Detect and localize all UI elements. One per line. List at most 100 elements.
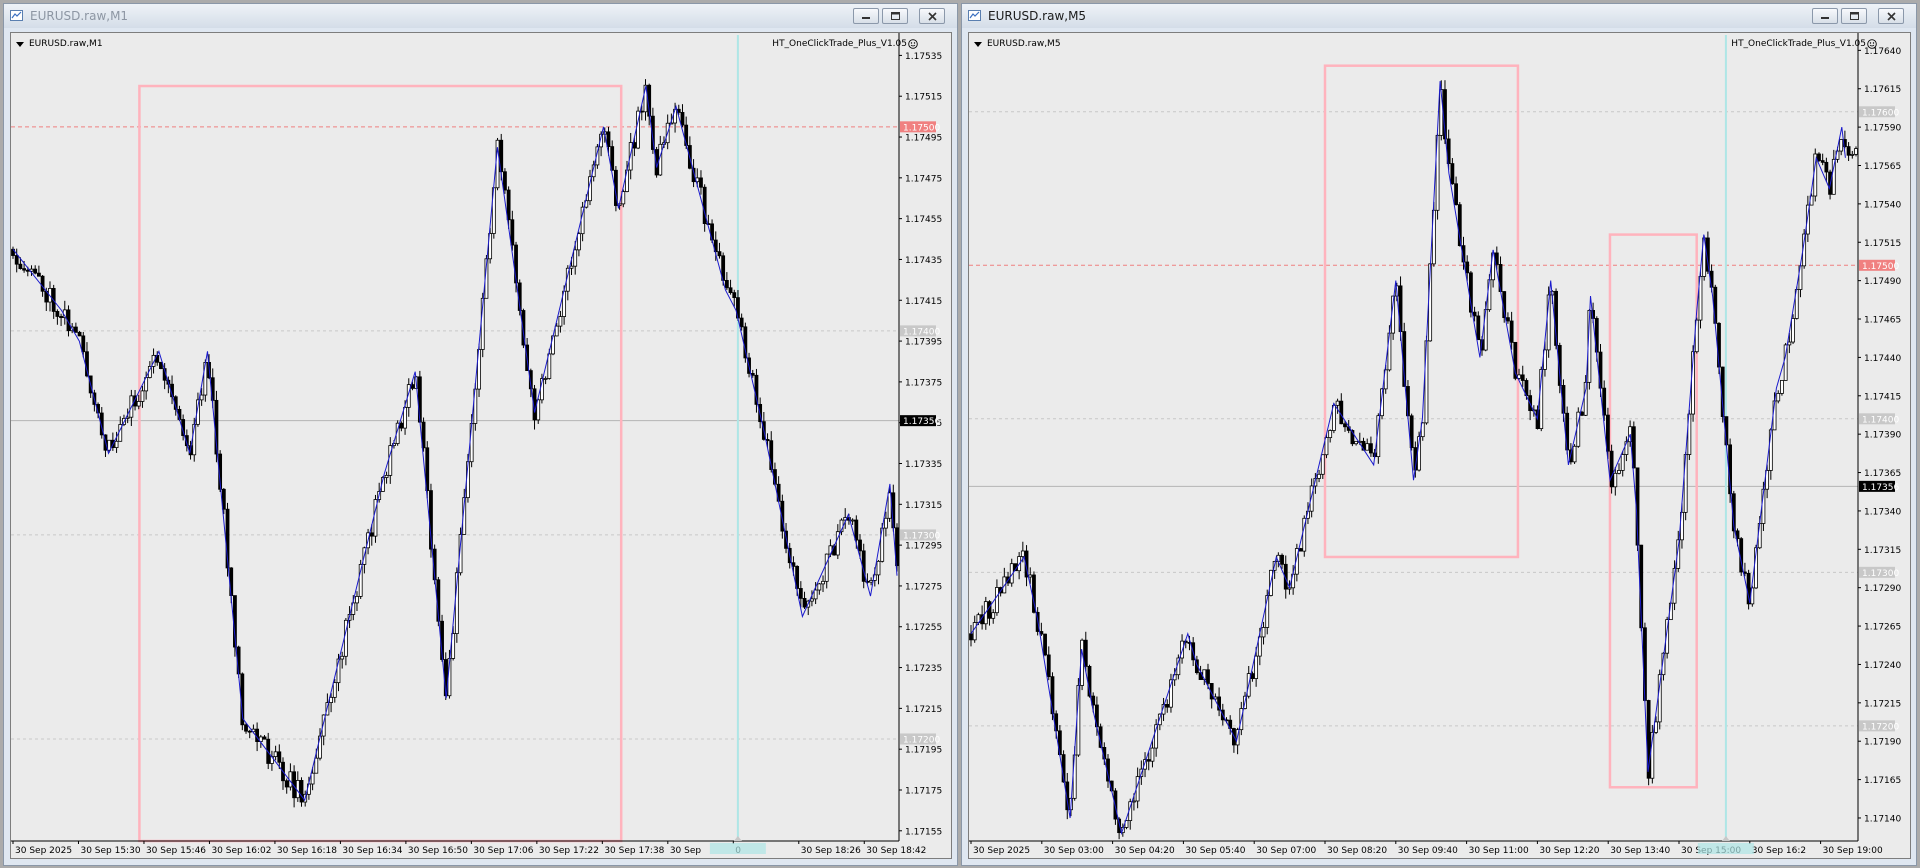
candle-body xyxy=(310,772,315,785)
price-tick-label: 1.17235 xyxy=(905,664,942,674)
close-button[interactable] xyxy=(1878,8,1904,24)
candle-body xyxy=(732,292,737,299)
candle-body xyxy=(765,438,770,442)
candle-body xyxy=(699,177,703,188)
minimize-button[interactable] xyxy=(1812,8,1838,24)
price-tick-label: 1.17415 xyxy=(1864,392,1901,402)
candle-body xyxy=(1298,548,1303,552)
candle-body xyxy=(1146,759,1151,762)
candle-body xyxy=(40,275,45,292)
time-tick-label: 30 Sep 15:46 xyxy=(146,846,206,856)
price-tick-label: 1.17475 xyxy=(905,174,942,184)
candle-body xyxy=(798,588,803,599)
minimize-button[interactable] xyxy=(853,8,879,24)
smiley-icon[interactable] xyxy=(908,39,918,49)
symbol-period-label: EURUSD.raw,M1 xyxy=(29,39,103,49)
candle-body xyxy=(728,287,733,294)
candle-body xyxy=(854,519,859,541)
price-tick-label: 1.17165 xyxy=(1864,776,1901,786)
candle-body xyxy=(1339,400,1344,425)
candle-body xyxy=(628,142,633,171)
candle-body xyxy=(724,280,729,289)
candle-body xyxy=(802,597,807,608)
chart-window-m5[interactable]: EURUSD.raw,M5 1.17640 1.17615 1.17590 1.175… xyxy=(961,3,1917,866)
candle-body xyxy=(717,251,722,257)
candle-body xyxy=(821,580,825,585)
time-tick-label: 30 Sep 08:20 xyxy=(1327,846,1387,856)
candle-body xyxy=(1465,261,1470,274)
time-tick-label: 30 Sep 16:18 xyxy=(277,846,337,856)
chart-window-m1[interactable]: EURUSD.raw,M1 1.17535 1.17515 1.17495 1.174… xyxy=(3,3,958,866)
current-price-label: 1.17356 xyxy=(903,417,940,427)
candle-body xyxy=(55,311,60,317)
candle-body xyxy=(750,373,755,376)
candle-body xyxy=(824,553,829,582)
window-title: EURUSD.raw,M1 xyxy=(30,9,129,23)
candle-body xyxy=(1261,627,1266,638)
maximize-button[interactable] xyxy=(882,8,908,24)
candle-body xyxy=(1824,161,1829,173)
price-chart[interactable]: 1.17640 1.17615 1.17590 1.17565 1.17540 1.175… xyxy=(968,32,1911,859)
time-tick-label: 30 Sep 04:20 xyxy=(1115,846,1175,856)
symbol-menu-icon[interactable] xyxy=(16,42,24,47)
current-price-label: 1.17356 xyxy=(1862,483,1899,493)
candle-body xyxy=(577,233,581,251)
price-tick-label: 1.17540 xyxy=(1864,200,1901,210)
price-chart[interactable]: 1.17535 1.17515 1.17495 1.17475 1.17455 1.174… xyxy=(10,32,952,859)
price-tick-label: 1.17535 xyxy=(905,52,942,62)
candle-body xyxy=(1020,550,1025,557)
title-bar[interactable]: EURUSD.raw,M1 xyxy=(4,4,957,28)
candle-body xyxy=(506,189,511,221)
time-tick-label: 30 Sep 09:40 xyxy=(1398,846,1458,856)
candle-body xyxy=(399,422,404,429)
candle-body xyxy=(1280,554,1284,565)
price-tick-label: 1.17375 xyxy=(905,378,942,388)
candle-body xyxy=(1369,443,1373,454)
candle-body xyxy=(1083,639,1088,667)
symbol-menu-icon[interactable] xyxy=(974,42,982,47)
candle-body xyxy=(1165,704,1170,708)
price-level-tag-label: 1.17200 xyxy=(903,735,940,745)
candle-body xyxy=(680,112,685,126)
candle-body xyxy=(369,532,374,537)
candle-body xyxy=(1343,423,1347,428)
candle-body xyxy=(1509,320,1514,343)
candle-body xyxy=(340,655,345,660)
candle-body xyxy=(884,517,888,529)
candle-body xyxy=(1043,633,1047,656)
zigzag-indicator-line xyxy=(12,85,898,802)
chart-canvas[interactable]: 1.17535 1.17515 1.17495 1.17475 1.17455 1.174… xyxy=(11,33,951,858)
time-tick-label: 30 Sep 17:38 xyxy=(604,846,664,856)
time-tick-label: 30 Sep 16:2 xyxy=(1752,846,1806,856)
candle-body xyxy=(1354,440,1359,445)
candle-body xyxy=(972,622,977,641)
candle-body xyxy=(858,539,862,552)
candle-body xyxy=(199,394,204,401)
maximize-button[interactable] xyxy=(1841,8,1867,24)
candle-body xyxy=(1839,139,1844,152)
time-tick-label: 30 Sep 15:30 xyxy=(80,846,140,856)
price-tick-label: 1.17255 xyxy=(905,623,942,633)
time-tick-label: 30 Sep 12:20 xyxy=(1539,846,1599,856)
price-scale-area xyxy=(1858,33,1910,858)
candle-body xyxy=(1028,574,1033,578)
smiley-icon[interactable] xyxy=(1867,39,1877,49)
close-icon xyxy=(1887,12,1896,21)
price-tick-label: 1.17290 xyxy=(1864,584,1901,594)
candle-body xyxy=(262,736,267,740)
candle-body xyxy=(1132,800,1136,803)
title-bar[interactable]: EURUSD.raw,M5 xyxy=(962,4,1916,28)
candle-body xyxy=(114,440,119,448)
price-tick-label: 1.17415 xyxy=(905,297,942,307)
close-button[interactable] xyxy=(919,8,945,24)
time-tick-label: 30 Sep 16:34 xyxy=(342,846,402,856)
candle-body xyxy=(1046,654,1051,678)
time-marker-tag xyxy=(1697,843,1754,854)
chart-canvas[interactable]: 1.176401.176151.175901.175651.175401.175… xyxy=(969,33,1910,858)
candle-body xyxy=(284,780,289,788)
time-tick-label: 30 Sep 18:42 xyxy=(866,846,926,856)
time-tick-label: 30 Sep 17:22 xyxy=(539,846,599,856)
time-tick-label: 30 Sep 05:40 xyxy=(1185,846,1245,856)
candle-body xyxy=(876,560,881,576)
candle-body xyxy=(1365,443,1370,451)
